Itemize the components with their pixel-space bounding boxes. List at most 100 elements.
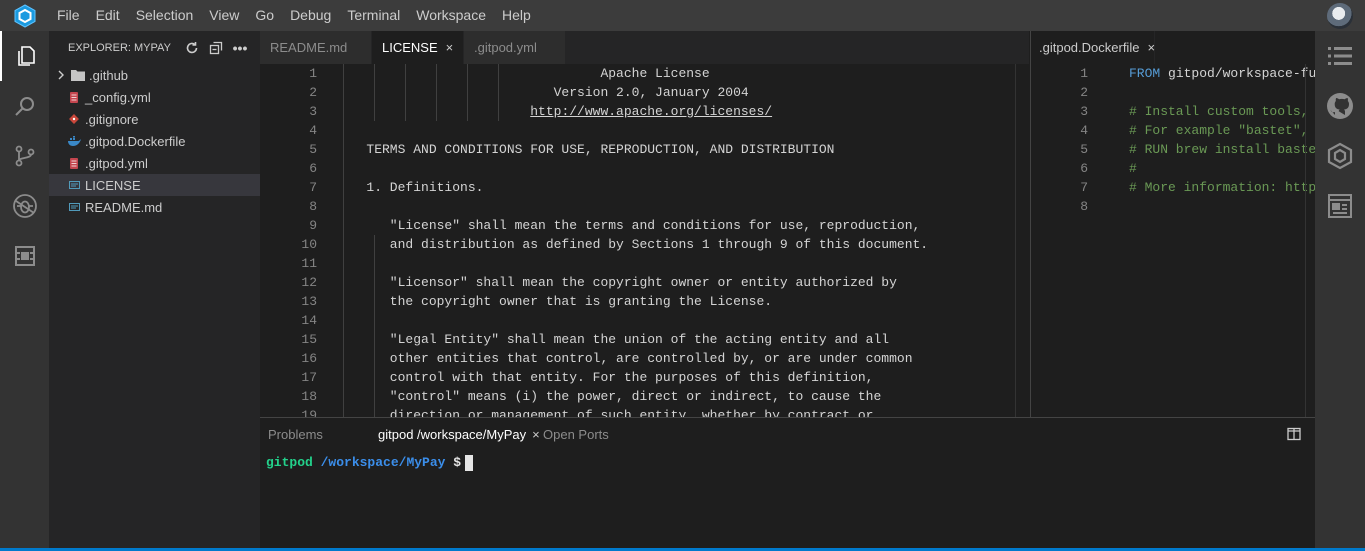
menu-terminal[interactable]: Terminal [339, 0, 408, 31]
tab-problems[interactable]: Problems [260, 427, 331, 442]
activity-bar [0, 31, 49, 551]
gitpod-cube-icon[interactable] [1315, 131, 1365, 181]
tab-license[interactable]: LICENSE × [372, 31, 464, 64]
tree-file-license[interactable]: LICENSE [49, 174, 260, 196]
tree-file-gitpod-dockerfile[interactable]: .gitpod.Dockerfile [49, 130, 260, 152]
extensions-icon[interactable] [0, 231, 49, 281]
tab-terminal[interactable]: gitpod /workspace/MyPay × [360, 427, 548, 442]
chevron-right-icon[interactable] [55, 70, 67, 80]
line-number: 3 [309, 104, 317, 119]
tab-gitpod-yml[interactable]: .gitpod.yml [464, 31, 566, 64]
search-icon[interactable] [0, 81, 49, 131]
gitpod-logo-icon[interactable] [0, 0, 49, 31]
line-number: 2 [1080, 85, 1088, 100]
source-control-icon[interactable] [0, 131, 49, 181]
tree-file-readme[interactable]: README.md [49, 196, 260, 218]
line-number: 7 [1080, 180, 1088, 195]
explorer-header: EXPLORER: MYPAY ••• [49, 31, 260, 64]
tree-folder-github[interactable]: .github [49, 64, 260, 86]
yaml-file-icon [67, 90, 81, 104]
menu-bar: File Edit Selection View Go Debug Termin… [0, 0, 1365, 31]
yaml-file-icon [67, 156, 81, 170]
terminal-user: gitpod [266, 455, 313, 470]
tree-item-label: README.md [85, 199, 163, 215]
bottom-panel: Problems gitpod /workspace/MyPay × Open P… [260, 417, 1315, 548]
editor-scrollbar[interactable] [1305, 64, 1315, 417]
split-panel-icon[interactable] [1287, 427, 1301, 441]
code-line: Apache License [343, 66, 710, 81]
more-actions-icon[interactable]: ••• [230, 38, 250, 58]
comment: # Install custom tools, [1129, 104, 1315, 119]
line-number: 16 [301, 351, 317, 366]
line-number: 17 [301, 370, 317, 385]
terminal-output[interactable]: gitpod /workspace/MyPay $ [260, 451, 1315, 475]
line-number: 7 [309, 180, 317, 195]
tab-readme[interactable]: README.md [260, 31, 372, 64]
line-number: 2 [309, 85, 317, 100]
code-line: # For example "bastet", [1129, 121, 1315, 140]
tree-item-label: LICENSE [85, 177, 141, 193]
tab-gitpod-dockerfile[interactable]: .gitpod.Dockerfile × [1031, 31, 1155, 64]
comment: # [1129, 161, 1137, 176]
menu-go[interactable]: Go [247, 0, 282, 31]
comment: # RUN brew install baste [1129, 142, 1315, 157]
line-number: 1 [309, 66, 317, 81]
outline-icon[interactable] [1315, 31, 1365, 81]
user-avatar[interactable] [1327, 2, 1353, 29]
comment: # More information: http [1129, 180, 1315, 195]
terminal-prompt: $ [453, 455, 462, 470]
close-icon[interactable]: × [446, 40, 454, 55]
license-url-link[interactable]: http://www.apache.org/licenses/ [343, 102, 1029, 121]
code-line: "License" shall mean the terms and condi… [343, 218, 921, 233]
menu-edit[interactable]: Edit [88, 0, 128, 31]
code-lines: FROM gitpod/workspace-fu # Install custom… [1129, 64, 1315, 216]
menu-file[interactable]: File [49, 0, 88, 31]
code-text: gitpod/workspace-fu [1160, 66, 1315, 81]
line-number: 12 [301, 275, 317, 290]
line-number: 11 [301, 256, 317, 271]
tree-item-label: .gitpod.yml [85, 155, 148, 171]
code-line: direction or management of such entity, … [343, 408, 874, 417]
menu-help[interactable]: Help [494, 0, 539, 31]
tab-open-ports[interactable]: Open Ports [535, 427, 617, 442]
code-line: Version 2.0, January 2004 [343, 85, 749, 100]
github-icon[interactable] [1315, 81, 1365, 131]
line-number: 10 [301, 237, 317, 252]
line-number: 9 [309, 218, 317, 233]
code-editor-license[interactable]: 1 2 3 4 5 6 7 8 9 10 11 12 13 14 15 16 17 18 19 Apache Lic… [260, 64, 1029, 417]
tree-file-gitpod-yml[interactable]: .gitpod.yml [49, 152, 260, 174]
panel-tabbar: Problems gitpod /workspace/MyPay × Open P… [260, 418, 1315, 451]
editor-tabbar: README.md LICENSE × .gitpod.yml [260, 31, 1029, 64]
close-icon[interactable]: × [1147, 40, 1155, 55]
tree-file-gitignore[interactable]: .gitignore [49, 108, 260, 130]
line-number-gutter: 1 2 3 4 5 6 7 8 9 10 11 12 13 14 15 16 17 18 19 [260, 64, 317, 417]
code-editor-dockerfile[interactable]: 1 2 3 4 5 6 7 8 FROM gitpod/workspace-fu # Insta… [1031, 64, 1315, 417]
code-lines: Apache License Version 2.0, January 2004… [343, 64, 1029, 417]
line-number: 6 [309, 161, 317, 176]
code-line: FROM gitpod/workspace-fu [1129, 64, 1315, 83]
url-text[interactable]: http://www.apache.org/licenses/ [530, 104, 772, 119]
line-number: 1 [1080, 66, 1088, 81]
menu-selection[interactable]: Selection [128, 0, 202, 31]
collapse-all-icon[interactable] [206, 38, 226, 58]
editor-scrollbar[interactable] [1015, 64, 1029, 417]
code-line: other entities that control, are control… [343, 351, 913, 366]
line-number: 13 [301, 294, 317, 309]
line-number: 8 [1080, 199, 1088, 214]
keyword: FROM [1129, 66, 1161, 81]
text-file-icon [67, 200, 81, 214]
preview-icon[interactable] [1315, 181, 1365, 231]
line-number: 4 [309, 123, 317, 138]
refresh-icon[interactable] [182, 38, 202, 58]
code-line: # [1129, 159, 1315, 178]
debug-icon[interactable] [0, 181, 49, 231]
menu-workspace[interactable]: Workspace [408, 0, 494, 31]
menu-debug[interactable]: Debug [282, 0, 339, 31]
menu-view[interactable]: View [201, 0, 247, 31]
tree-file-config-yml[interactable]: _config.yml [49, 86, 260, 108]
code-line: "Legal Entity" shall mean the union of t… [343, 332, 890, 347]
files-icon[interactable] [0, 31, 49, 81]
